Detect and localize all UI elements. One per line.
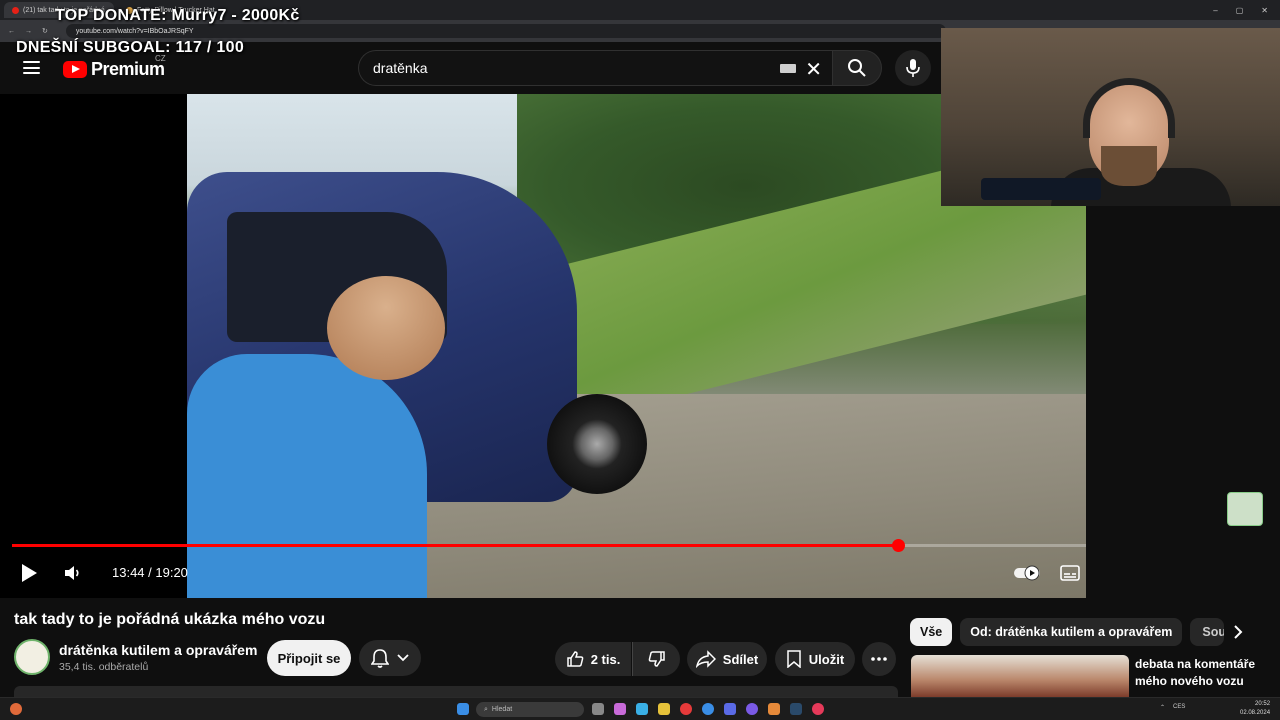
save-button[interactable]: Uložit [775, 642, 855, 676]
autoplay-toggle-icon [1014, 565, 1040, 581]
subtitles-icon [1060, 565, 1080, 581]
app-icon-1[interactable] [636, 703, 648, 715]
taskbar-search-icon: ⌕ [484, 705, 488, 713]
windows-taskbar: ⌕ Hledat ⌃ CES 20:52 02.08.2024 [0, 697, 1280, 720]
task-view-icon[interactable] [592, 703, 604, 715]
screen: (21) tak tady to je pořádná Fatty Pillow… [0, 0, 1280, 720]
subscriber-count: 35,4 tis. odběratelů [59, 661, 149, 673]
save-label: Uložit [808, 651, 845, 667]
more-actions-button[interactable] [862, 642, 896, 676]
bell-icon [371, 649, 389, 668]
video-car-wheel [547, 394, 647, 494]
maximize-button[interactable]: ▢ [1236, 6, 1244, 15]
steam-icon[interactable] [790, 703, 802, 715]
like-button[interactable]: 2 tis. [555, 642, 631, 676]
notification-bell-button[interactable] [359, 640, 421, 676]
keyboard-icon[interactable] [780, 64, 796, 73]
recommendation-title[interactable]: debata na komentáře mého nového vozu [1135, 656, 1275, 690]
taskbar-search-placeholder: Hledat [491, 706, 513, 713]
volume-icon [65, 566, 79, 580]
channel-watermark-icon[interactable] [1227, 492, 1263, 526]
search-input-value: dratěnka [373, 60, 428, 76]
streamer-webcam [941, 28, 1280, 206]
back-arrow-icon[interactable]: ← [8, 28, 15, 35]
widgets-icon[interactable] [614, 703, 626, 715]
chevron-right-icon [1233, 625, 1242, 639]
weather-icon[interactable] [10, 703, 22, 715]
progress-bar[interactable] [12, 539, 1086, 552]
system-tray: ⌃ CES [1160, 704, 1185, 711]
progress-scrubber[interactable] [892, 539, 906, 552]
search-button[interactable] [832, 50, 882, 86]
channel-name[interactable]: drátěnka kutilem a opravářem [59, 642, 257, 658]
headset-icon [1083, 78, 1175, 138]
bookmark-icon [787, 650, 801, 668]
thumbs-down-icon [648, 651, 665, 667]
taskbar-clock[interactable]: 20:52 02.08.2024 [1240, 700, 1270, 718]
overlay-subgoal: DNEŠNÍ SUBGOAL: 117 / 100 [16, 39, 245, 56]
youtube-logo[interactable]: Premium [63, 59, 165, 80]
filter-chips: Vše Od: drátěnka kutilem a opravářem Sou… [910, 618, 1225, 646]
search-icon [848, 59, 866, 77]
menu-icon[interactable] [23, 61, 40, 74]
dislike-button[interactable] [632, 642, 680, 676]
minimize-button[interactable]: – [1213, 6, 1217, 15]
reload-icon[interactable]: ↻ [42, 27, 48, 35]
webcam-microphone [981, 178, 1101, 200]
play-icon [22, 564, 37, 582]
app-icon-4[interactable] [812, 703, 824, 715]
url-text: youtube.com/watch?v=IBbOaJRSqFY [75, 27, 194, 35]
subtitles-button[interactable] [1058, 560, 1082, 586]
chrome-icon[interactable] [680, 703, 692, 715]
chip-from-channel[interactable]: Od: drátěnka kutilem a opravářem [960, 618, 1183, 646]
tray-language[interactable]: CES [1173, 704, 1185, 711]
video-title: tak tady to je pořádná ukázka mého vozu [14, 611, 326, 628]
chips-next-button[interactable] [1226, 620, 1250, 644]
tray-chevron-icon[interactable]: ⌃ [1160, 704, 1165, 711]
voice-search-button[interactable] [895, 50, 931, 86]
search-input[interactable]: dratěnka ✕ [358, 50, 832, 86]
url-field[interactable]: youtube.com/watch?v=IBbOaJRSqFY [65, 24, 946, 38]
share-button[interactable]: Sdílet [687, 642, 767, 676]
close-window-button[interactable]: ✕ [1261, 6, 1268, 15]
volume-button[interactable] [60, 560, 86, 586]
chip-all[interactable]: Vše [910, 618, 953, 646]
video-player[interactable]: 13:44 / 19:20 HD [0, 94, 1086, 598]
microphone-icon [906, 59, 920, 77]
app-icon-3[interactable] [768, 703, 780, 715]
time-display: 13:44 / 19:20 [112, 565, 188, 580]
join-button[interactable]: Připojit se [267, 640, 351, 676]
taskbar-search[interactable]: ⌕ Hledat [476, 702, 584, 717]
webcam-beard [1101, 146, 1157, 186]
like-count: 2 tis. [590, 651, 621, 667]
windows-start-icon[interactable] [457, 703, 469, 715]
channel-avatar[interactable] [14, 639, 50, 675]
clock-time: 20:52 [1255, 701, 1271, 707]
logo-text: Premium [91, 59, 165, 79]
discord-icon[interactable] [746, 703, 758, 715]
clock-date: 02.08.2024 [1240, 710, 1271, 716]
video-person-head [327, 276, 445, 380]
autoplay-toggle[interactable] [1012, 560, 1042, 586]
forward-arrow-icon[interactable]: → [25, 28, 32, 35]
youtube-favicon-icon [12, 6, 19, 14]
chip-related[interactable]: Souvisejí [1190, 618, 1225, 646]
progress-fill [12, 544, 899, 547]
chevron-down-icon [397, 654, 409, 662]
app-icon-2[interactable] [724, 703, 736, 715]
file-explorer-icon[interactable] [658, 703, 670, 715]
more-horizontal-icon [871, 657, 887, 661]
thumbs-up-icon [566, 651, 584, 667]
share-label: Sdílet [722, 651, 759, 667]
overlay-top-donate: TOP DONATE: Murry7 - 2000Kč [55, 7, 300, 24]
edge-icon[interactable] [702, 703, 714, 715]
window-controls: – ▢ ✕ [1213, 6, 1280, 15]
video-person [187, 354, 427, 598]
share-icon [695, 650, 716, 668]
clear-search-icon[interactable]: ✕ [805, 57, 822, 82]
play-button[interactable] [16, 560, 42, 586]
recommendation-thumbnail[interactable] [911, 655, 1129, 697]
youtube-play-logo-icon [63, 61, 87, 78]
